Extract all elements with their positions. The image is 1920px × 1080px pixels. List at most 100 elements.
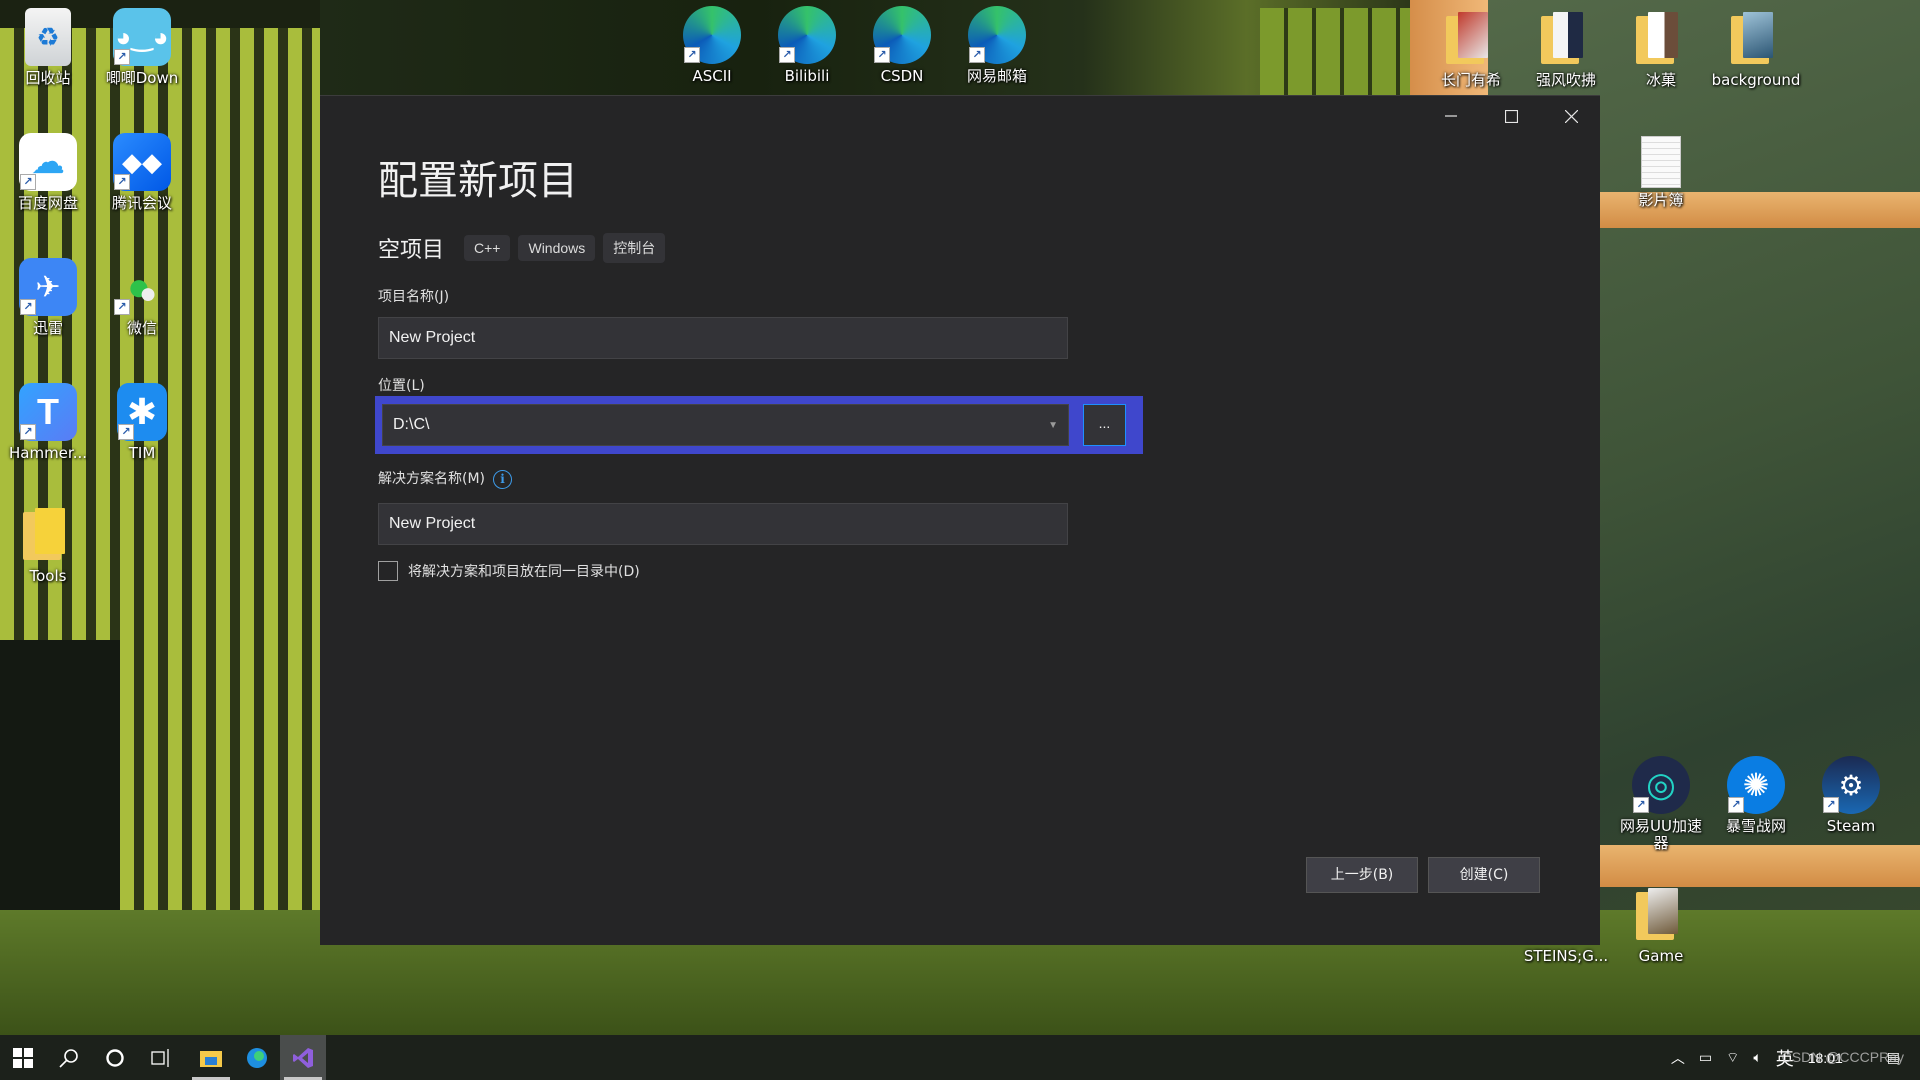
desktop-icon-label: 影片簿	[1638, 191, 1684, 209]
project-name-label: 项目名称(J)	[378, 289, 450, 305]
desktop-icon-label: Steam	[1826, 817, 1876, 835]
edge-icon: ↗	[873, 6, 931, 64]
desktop-icon-background[interactable]: background	[1708, 12, 1804, 89]
battlenet-icon: ✺ ↗	[1727, 756, 1785, 814]
same-directory-checkbox[interactable]	[378, 561, 398, 581]
back-button[interactable]: 上一步(B)	[1306, 857, 1418, 893]
shortcut-arrow-icon: ↗	[874, 47, 890, 63]
edge-icon: ↗	[968, 6, 1026, 64]
shortcut-arrow-icon: ↗	[1823, 797, 1839, 813]
desktop-icon-tim[interactable]: ✱ ↗ TIM	[94, 383, 190, 462]
desktop-icon-battlenet[interactable]: ✺ ↗ 暴雪战网	[1708, 756, 1804, 835]
desktop-icon-uu-accelerator[interactable]: ◎ ↗ 网易UU加速器	[1613, 756, 1709, 852]
search-button[interactable]	[46, 1035, 92, 1080]
same-directory-label: 将解决方案和项目放在同一目录中(D)	[408, 564, 640, 580]
document-icon	[1641, 136, 1681, 188]
desktop-icon-163-mail[interactable]: ↗ 网易邮箱	[949, 6, 1045, 85]
desktop-icon-label: Game	[1638, 947, 1684, 965]
tim-icon: ✱ ↗	[117, 383, 167, 441]
desktop-icon-label: TIM	[128, 444, 156, 462]
desktop-icon-label: 强风吹拂	[1535, 71, 1596, 89]
chevron-down-icon[interactable]: ▼	[1048, 420, 1058, 431]
desktop-icon-recycle-bin[interactable]: ♻ 回收站	[0, 8, 96, 87]
desktop-icon-kaze-ga[interactable]: 强风吹拂	[1518, 12, 1614, 89]
create-button[interactable]: 创建(C)	[1428, 857, 1540, 893]
cortana-button[interactable]	[92, 1035, 138, 1080]
browse-button[interactable]: ...	[1083, 404, 1126, 446]
desktop-icon-label: 微信	[126, 319, 157, 337]
desktop-icon-jijidown[interactable]: ◕‿◕ ↗ 唧唧Down	[94, 8, 190, 87]
desktop-icon-tools[interactable]: Tools	[0, 508, 96, 585]
project-name-input[interactable]	[378, 317, 1068, 359]
tag-platform: Windows	[518, 235, 596, 261]
desktop-icon-label: 网易UU加速器	[1620, 817, 1702, 852]
tencent-meeting-icon: ◆◆ ↗	[113, 133, 171, 191]
desktop-icon-label: CSDN	[880, 67, 924, 85]
maximize-button[interactable]	[1481, 96, 1541, 136]
desktop-icon-steam[interactable]: ⚙ ↗ Steam	[1803, 756, 1899, 835]
location-combobox[interactable]: D:\C\ ▼	[382, 404, 1069, 446]
desktop-icon-bilibili[interactable]: ↗ Bilibili	[759, 6, 855, 85]
close-button[interactable]	[1541, 96, 1601, 136]
wallpaper-window-bars	[1260, 8, 1410, 95]
minimize-button[interactable]	[1421, 96, 1481, 136]
tag-project-type: 控制台	[603, 233, 666, 263]
desktop-icon-label: Hammer...	[8, 444, 88, 462]
info-icon[interactable]: i	[493, 469, 513, 489]
edge-icon: ↗	[683, 6, 741, 64]
maximize-icon	[1504, 109, 1518, 123]
desktop-icon-ascii[interactable]: ↗ ASCII	[664, 6, 760, 85]
desktop-icon-label: 长门有希	[1440, 71, 1501, 89]
shortcut-arrow-icon: ↗	[114, 299, 130, 315]
show-hidden-icons-chevron[interactable]: ︿	[1671, 1048, 1685, 1068]
desktop-icon-hyouka[interactable]: 冰菓	[1613, 12, 1709, 89]
jijidown-icon: ◕‿◕ ↗	[113, 8, 171, 66]
shortcut-arrow-icon: ↗	[20, 299, 36, 315]
same-directory-option[interactable]: 将解决方案和项目放在同一目录中(D)	[378, 561, 640, 581]
watermark-text: CSDN @CCCPRay	[1781, 1049, 1904, 1065]
battery-icon[interactable]: ▭	[1699, 1049, 1712, 1066]
desktop-icon-nagato-yuki[interactable]: 长门有希	[1423, 12, 1519, 89]
start-button[interactable]	[0, 1035, 46, 1080]
desktop-icon-hammer[interactable]: T ↗ Hammer...	[0, 383, 96, 462]
shortcut-arrow-icon: ↗	[1728, 797, 1744, 813]
desktop-icon-xunlei[interactable]: ✈ ↗ 迅雷	[0, 258, 96, 337]
desktop-icon-label: 腾讯会议	[111, 194, 172, 212]
desktop-icon-film-list[interactable]: 影片簿	[1613, 136, 1709, 209]
task-view-icon	[151, 1048, 169, 1067]
taskbar: ︿ ▭ ⌔ 🔈︎ 英 18:01 ▤ CSDN @CCCPRay	[0, 1035, 1920, 1080]
search-icon	[59, 1048, 78, 1068]
taskbar-edge[interactable]	[234, 1035, 280, 1080]
shortcut-arrow-icon: ↗	[20, 424, 36, 440]
desktop-icon-label: 百度网盘	[17, 194, 78, 212]
desktop-icon-label: ASCII	[692, 67, 732, 85]
shortcut-arrow-icon: ↗	[969, 47, 985, 63]
desktop-icon-steins-gate[interactable]: STEINS;G...	[1518, 944, 1614, 965]
tag-language: C++	[464, 235, 511, 261]
desktop-icon-game[interactable]: Game	[1613, 888, 1709, 965]
cortana-icon	[106, 1048, 124, 1067]
task-view-button[interactable]	[138, 1035, 184, 1080]
desktop-icon-csdn[interactable]: ↗ CSDN	[854, 6, 950, 85]
desktop-icon-wechat[interactable]: ● ● ↗ 微信	[94, 258, 190, 337]
location-label: 位置(L)	[378, 378, 425, 394]
shortcut-arrow-icon: ↗	[20, 174, 36, 190]
folder-icon	[1446, 12, 1496, 68]
taskbar-file-explorer[interactable]	[188, 1035, 234, 1080]
desktop-icon-tencent-meeting[interactable]: ◆◆ ↗ 腾讯会议	[94, 133, 190, 212]
desktop-icon-baidu-netdisk[interactable]: ☁ ↗ 百度网盘	[0, 133, 96, 212]
xunlei-icon: ✈ ↗	[19, 258, 77, 316]
solution-name-input[interactable]	[378, 503, 1068, 545]
wifi-icon[interactable]: ⌔	[1726, 1049, 1739, 1067]
windows-logo-icon	[13, 1047, 33, 1068]
desktop-icon-label: 冰菓	[1645, 71, 1676, 89]
volume-icon[interactable]: 🔈︎	[1753, 1049, 1761, 1066]
taskbar-visual-studio[interactable]	[280, 1035, 326, 1080]
configure-project-dialog: 配置新项目 空项目 C++ Windows 控制台 项目名称(J) 位置(L) …	[320, 95, 1600, 945]
folder-icon	[23, 508, 73, 564]
steam-icon: ⚙ ↗	[1822, 756, 1880, 814]
desktop-icon-label: 暴雪战网	[1725, 817, 1786, 835]
solution-name-label: 解决方案名称(M)	[378, 471, 486, 487]
desktop-icon-label: Bilibili	[784, 67, 830, 85]
template-name: 空项目	[378, 238, 445, 263]
